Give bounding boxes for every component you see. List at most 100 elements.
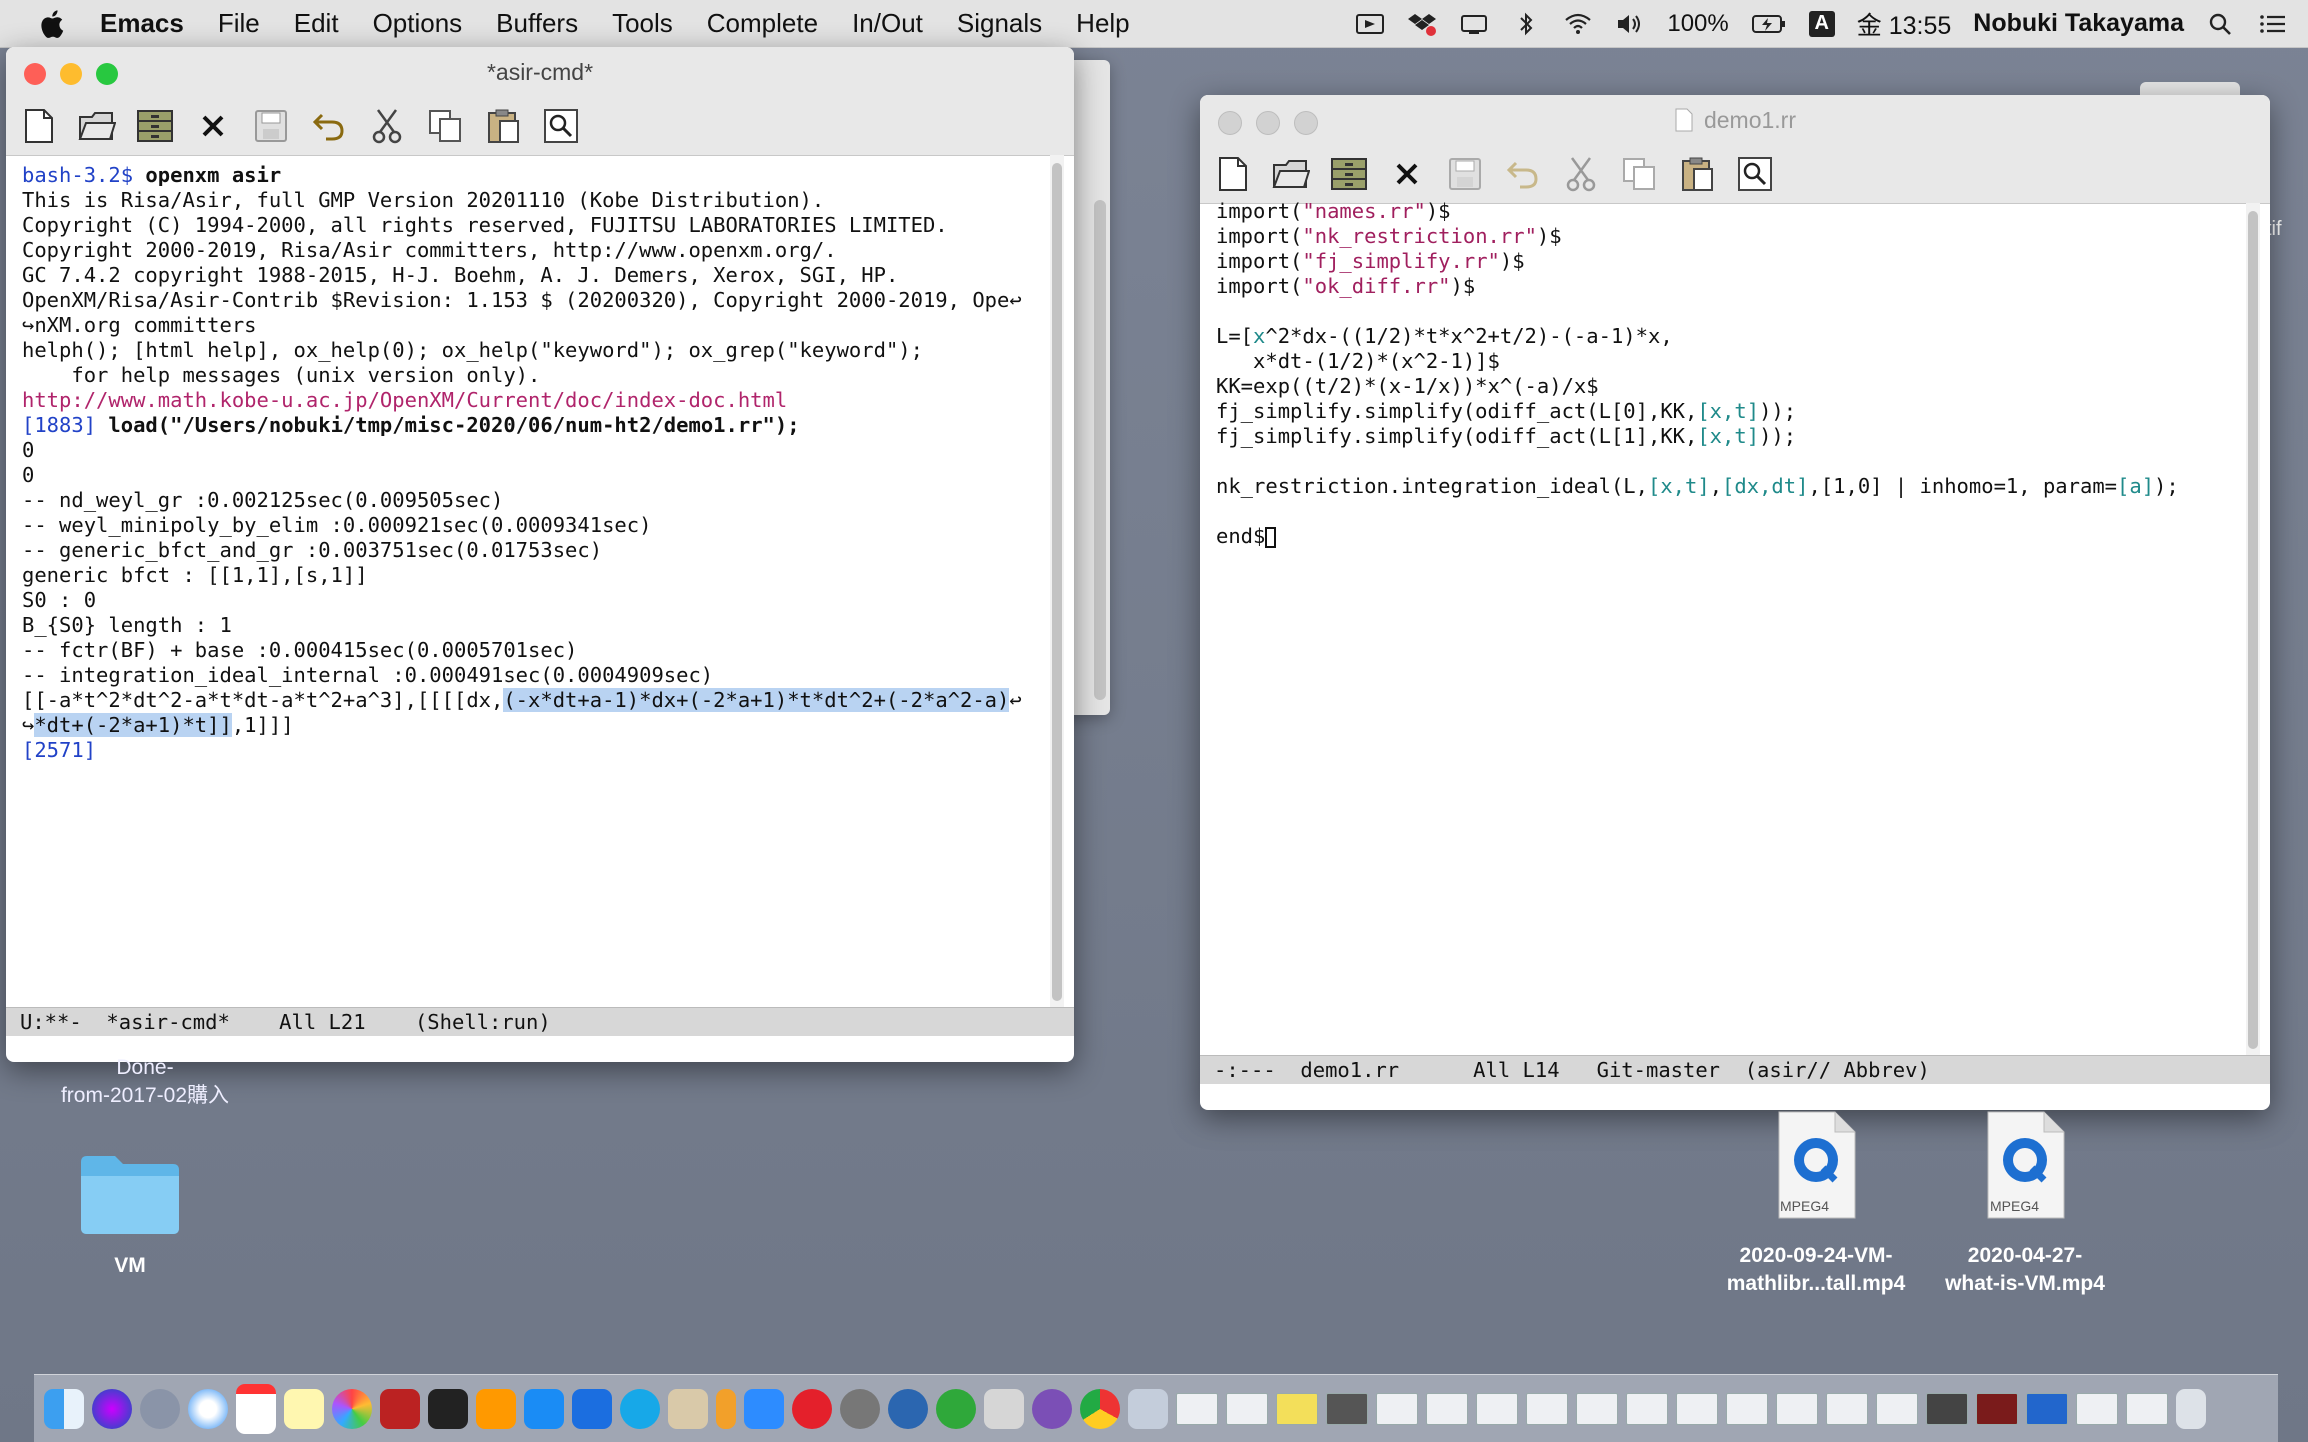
dock-window-thumbnail[interactable] bbox=[1426, 1392, 1468, 1425]
demo1-window[interactable]: demo1.rr import("names.rr")$ import("nk_r… bbox=[1200, 95, 2270, 1110]
r-app-icon[interactable] bbox=[888, 1388, 928, 1429]
sync-app-icon[interactable] bbox=[936, 1388, 976, 1429]
asir-cmd-scrollbar[interactable] bbox=[1050, 155, 1064, 1007]
copy-icon[interactable] bbox=[1620, 155, 1658, 193]
demo1-scrollbar[interactable] bbox=[2246, 203, 2260, 1055]
dired-icon[interactable] bbox=[1330, 155, 1368, 193]
open-folder-icon[interactable] bbox=[1272, 155, 1310, 193]
copy-icon[interactable] bbox=[426, 107, 464, 145]
screen-record-icon[interactable] bbox=[1355, 11, 1385, 37]
cut-icon[interactable] bbox=[1562, 155, 1600, 193]
dock-window-thumbnail[interactable] bbox=[2026, 1392, 2068, 1425]
save-icon[interactable] bbox=[252, 107, 290, 145]
cut-icon[interactable] bbox=[368, 107, 406, 145]
dock-window-thumbnail[interactable] bbox=[1926, 1392, 1968, 1425]
dropbox-icon[interactable] bbox=[1407, 11, 1437, 37]
menu-file[interactable]: File bbox=[218, 8, 260, 39]
chrome-icon[interactable] bbox=[1080, 1388, 1120, 1429]
battery-charging-icon[interactable] bbox=[1751, 11, 1787, 37]
file-what-is-vm-mp4[interactable]: MPEG4 2020-04-27- what-is-VM.mp4 bbox=[1920, 1110, 2130, 1298]
document-proxy-icon[interactable] bbox=[1674, 108, 1694, 132]
battery-percentage[interactable]: 100% bbox=[1667, 10, 1728, 38]
menu-complete[interactable]: Complete bbox=[707, 8, 818, 39]
menu-inout[interactable]: In/Out bbox=[852, 8, 923, 39]
colorsync-icon[interactable] bbox=[668, 1388, 708, 1429]
finder-icon[interactable] bbox=[44, 1388, 84, 1429]
notes-icon[interactable] bbox=[284, 1388, 324, 1429]
dock-window-thumbnail[interactable] bbox=[2076, 1392, 2118, 1425]
emacs-icon[interactable] bbox=[1032, 1388, 1072, 1429]
photo-booth-icon[interactable] bbox=[380, 1388, 420, 1429]
dock-window-thumbnail[interactable] bbox=[1276, 1392, 1318, 1425]
dock-window-thumbnail[interactable] bbox=[1626, 1392, 1668, 1425]
input-source-icon[interactable]: A bbox=[1808, 10, 1835, 37]
clock[interactable]: 金 13:55 bbox=[1857, 6, 1952, 42]
minimize-button-inactive[interactable] bbox=[1256, 111, 1280, 135]
menu-edit[interactable]: Edit bbox=[294, 8, 339, 39]
display-icon[interactable] bbox=[1459, 11, 1489, 37]
asir-cmd-window[interactable]: *asir-cmd* bash-3.2$ openxm asir This is … bbox=[6, 47, 1074, 1062]
calendar-icon[interactable] bbox=[236, 1383, 276, 1434]
dock-window-thumbnail[interactable] bbox=[1326, 1392, 1368, 1425]
system-preferences-icon[interactable] bbox=[840, 1388, 880, 1429]
dock-window-thumbnail[interactable] bbox=[1876, 1392, 1918, 1425]
menu-help[interactable]: Help bbox=[1076, 8, 1129, 39]
app-store-icon[interactable] bbox=[524, 1388, 564, 1429]
folder-done-label[interactable]: Done- from-2017-02購入 bbox=[30, 1054, 260, 1110]
f5-app-icon[interactable] bbox=[792, 1388, 832, 1429]
editor-buffer[interactable]: import("names.rr")$ import("nk_restrictio… bbox=[1216, 199, 2179, 549]
dock-window-thumbnail[interactable] bbox=[1476, 1392, 1518, 1425]
siri-icon[interactable] bbox=[92, 1388, 132, 1429]
menu-buffers[interactable]: Buffers bbox=[496, 8, 578, 39]
open-folder-icon[interactable] bbox=[78, 107, 116, 145]
paste-icon[interactable] bbox=[1678, 155, 1716, 193]
close-button[interactable] bbox=[24, 63, 46, 85]
dock-window-thumbnail[interactable] bbox=[1376, 1392, 1418, 1425]
minimize-button[interactable] bbox=[60, 63, 82, 85]
x11-icon[interactable] bbox=[984, 1388, 1024, 1429]
search-icon[interactable] bbox=[542, 107, 580, 145]
new-file-icon[interactable] bbox=[1214, 155, 1252, 193]
dock-window-thumbnail[interactable] bbox=[1776, 1392, 1818, 1425]
photos-icon[interactable] bbox=[332, 1388, 372, 1429]
dock-window-thumbnail[interactable] bbox=[2126, 1392, 2168, 1425]
kill-buffer-icon[interactable] bbox=[1388, 155, 1426, 193]
scrollbar-thumb[interactable] bbox=[2248, 211, 2258, 1049]
zoom-button[interactable] bbox=[96, 63, 118, 85]
dock-window-thumbnail[interactable] bbox=[1726, 1392, 1768, 1425]
dock-window-thumbnail[interactable] bbox=[1226, 1392, 1268, 1425]
dock-window-thumbnail[interactable] bbox=[1176, 1392, 1218, 1425]
file-mathlibr-mp4[interactable]: MPEG4 2020-09-24-VM- mathlibr...tall.mp4 bbox=[1706, 1110, 1926, 1298]
menu-signals[interactable]: Signals bbox=[957, 8, 1042, 39]
trash-icon[interactable] bbox=[2176, 1388, 2206, 1429]
bluetooth-icon[interactable] bbox=[1511, 11, 1541, 37]
dock-window-thumbnail[interactable] bbox=[1676, 1392, 1718, 1425]
user-name[interactable]: Nobuki Takayama bbox=[1973, 9, 2184, 38]
books-icon[interactable] bbox=[476, 1388, 516, 1429]
new-file-icon[interactable] bbox=[20, 107, 58, 145]
close-button-inactive[interactable] bbox=[1218, 111, 1242, 135]
apple-menu-icon[interactable] bbox=[36, 7, 70, 41]
scrollbar-thumb[interactable] bbox=[1052, 163, 1062, 1001]
shell-buffer[interactable]: bash-3.2$ openxm asir This is Risa/Asir, … bbox=[22, 163, 1022, 763]
preview-icon[interactable] bbox=[1128, 1388, 1168, 1429]
safari-icon[interactable] bbox=[188, 1388, 228, 1429]
zoom-app-icon[interactable] bbox=[744, 1388, 784, 1429]
undo-icon[interactable] bbox=[310, 107, 348, 145]
launchpad-icon[interactable] bbox=[140, 1388, 180, 1429]
dock-window-thumbnail[interactable] bbox=[1526, 1392, 1568, 1425]
dock-window-thumbnail[interactable] bbox=[1576, 1392, 1618, 1425]
screen-sharing-icon[interactable] bbox=[572, 1388, 612, 1429]
notification-center-icon[interactable] bbox=[2258, 11, 2288, 37]
skype-icon[interactable] bbox=[620, 1388, 660, 1429]
menu-options[interactable]: Options bbox=[373, 8, 463, 39]
spotlight-search-icon[interactable] bbox=[2206, 11, 2236, 37]
menu-tools[interactable]: Tools bbox=[612, 8, 673, 39]
dired-icon[interactable] bbox=[136, 107, 174, 145]
pencil-app-icon[interactable] bbox=[716, 1388, 736, 1429]
asir-cmd-titlebar[interactable]: *asir-cmd* bbox=[6, 47, 1074, 97]
paste-icon[interactable] bbox=[484, 107, 522, 145]
kill-buffer-icon[interactable] bbox=[194, 107, 232, 145]
wifi-icon[interactable] bbox=[1563, 11, 1593, 37]
terminal-icon[interactable] bbox=[428, 1388, 468, 1429]
